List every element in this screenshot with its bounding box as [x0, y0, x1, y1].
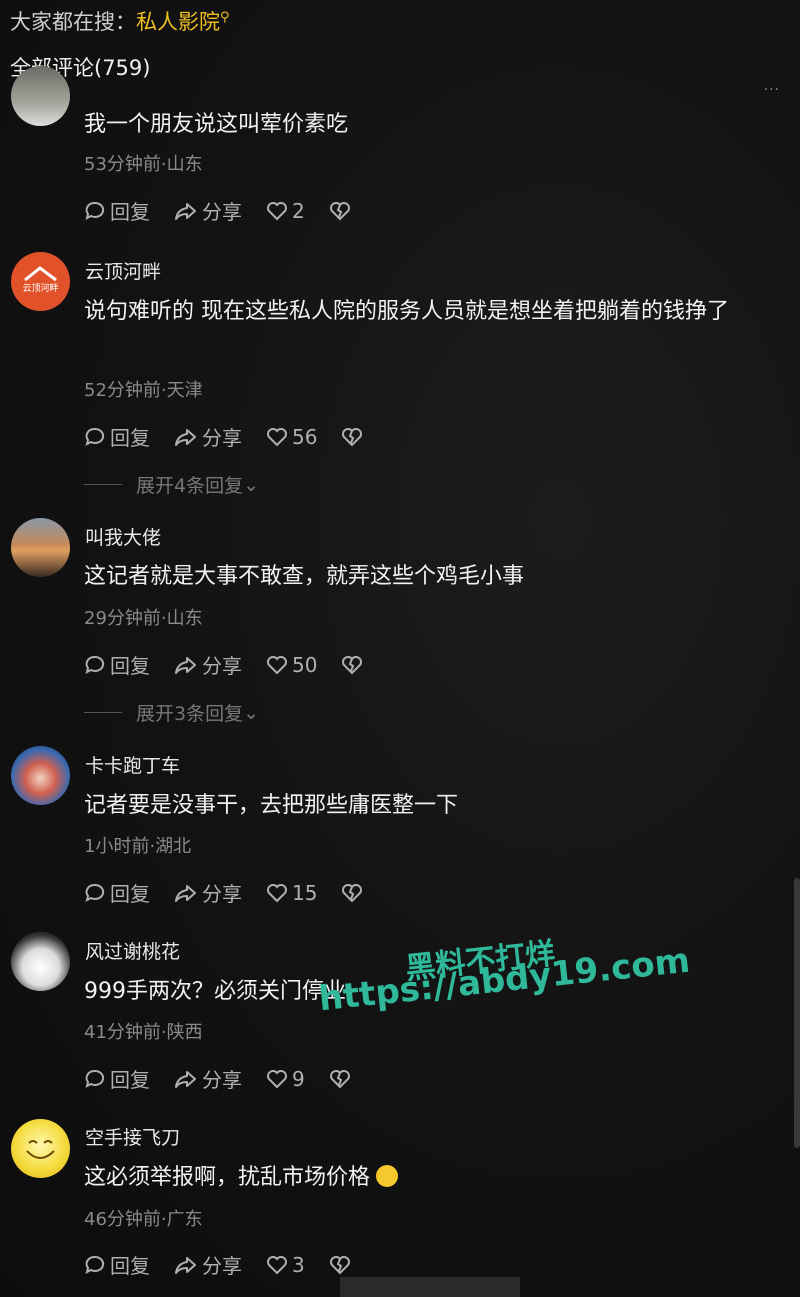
- dislike-button[interactable]: [329, 200, 355, 222]
- share-button[interactable]: 分享: [174, 878, 242, 907]
- comment-text: 这必须举报啊，扰乱市场价格: [84, 1159, 784, 1197]
- expand-replies-button[interactable]: 展开3条回复 ⌄: [84, 699, 259, 726]
- reply-button[interactable]: 回复: [84, 878, 150, 907]
- broken-heart-icon: [329, 201, 350, 220]
- search-term-link[interactable]: 私人影院: [136, 10, 220, 34]
- logo-icon: 云顶河畔: [22, 266, 59, 294]
- like-button[interactable]: 50: [266, 653, 317, 677]
- like-button[interactable]: 2: [266, 199, 305, 223]
- svg-text:云顶河畔: 云顶河畔: [22, 282, 58, 294]
- reply-icon: [85, 883, 105, 902]
- reply-icon: [85, 1255, 105, 1274]
- comment-actions: 回复 分享 9: [84, 1064, 379, 1093]
- reply-icon: [85, 201, 105, 220]
- heart-icon: [267, 1069, 287, 1088]
- dislike-button[interactable]: [341, 426, 367, 448]
- broken-heart-icon: [329, 1255, 350, 1274]
- comment-meta: 29分钟前·山东: [84, 608, 203, 629]
- reply-button[interactable]: 回复: [84, 1064, 150, 1093]
- search-prefix: 大家都在搜：: [10, 10, 136, 34]
- reply-button[interactable]: 回复: [84, 422, 150, 451]
- share-icon: [175, 884, 196, 902]
- like-button[interactable]: 15: [266, 881, 317, 905]
- reply-icon: [85, 427, 105, 446]
- search-suggestion[interactable]: 大家都在搜：私人影院⚲: [10, 6, 230, 36]
- avatar[interactable]: [11, 66, 70, 126]
- comment-text: 这记者就是大事不敢查，就弄这些个鸡毛小事: [84, 564, 525, 589]
- heart-icon: [267, 427, 287, 446]
- avatar[interactable]: [11, 1119, 70, 1178]
- comment-actions: 回复 分享 2: [84, 196, 379, 225]
- comment-text: 我一个朋友说这叫荤价素吃: [84, 112, 349, 137]
- dislike-button[interactable]: [329, 1068, 355, 1090]
- share-button[interactable]: 分享: [174, 422, 242, 451]
- reply-button[interactable]: 回复: [84, 196, 150, 225]
- comment-actions: 回复 分享 56: [84, 422, 391, 451]
- dislike-button[interactable]: [341, 654, 367, 676]
- smiley-icon: [26, 1140, 55, 1159]
- share-button[interactable]: 分享: [174, 196, 242, 225]
- like-button[interactable]: 9: [266, 1067, 305, 1091]
- comment-actions: 回复 分享 50: [84, 650, 391, 679]
- reply-icon: [85, 1069, 105, 1088]
- share-button[interactable]: 分享: [174, 1064, 242, 1093]
- more-options-icon[interactable]: ···: [764, 82, 780, 98]
- broken-heart-icon: [342, 883, 363, 902]
- share-icon: [175, 428, 196, 446]
- comment-meta: 52分钟前·天津: [84, 380, 203, 401]
- search-icon: ⚲: [220, 10, 230, 25]
- reply-icon: [85, 655, 105, 674]
- comment-actions: 回复 分享 15: [84, 878, 391, 907]
- comment-meta: 41分钟前·陕西: [84, 1022, 203, 1043]
- share-button[interactable]: 分享: [174, 1250, 242, 1279]
- avatar[interactable]: [11, 932, 70, 991]
- dislike-button[interactable]: [341, 882, 367, 904]
- reply-button[interactable]: 回复: [84, 650, 150, 679]
- share-icon: [175, 202, 196, 220]
- chevron-down-icon: ⌄: [243, 701, 260, 724]
- chevron-down-icon: ⌄: [243, 473, 260, 496]
- like-button[interactable]: 3: [266, 1253, 305, 1277]
- reply-button[interactable]: 回复: [84, 1250, 150, 1279]
- commenter-name[interactable]: 叫我大佬: [85, 523, 161, 550]
- scrollbar[interactable]: [794, 878, 800, 1148]
- avatar[interactable]: [11, 746, 70, 805]
- dislike-button[interactable]: [329, 1254, 355, 1276]
- heart-icon: [267, 883, 287, 902]
- share-icon: [175, 656, 196, 674]
- share-icon: [175, 1256, 196, 1274]
- comment-text: 记者要是没事干，去把那些庸医整一下: [84, 793, 459, 818]
- avatar[interactable]: 云顶河畔: [11, 252, 70, 311]
- broken-heart-icon: [342, 655, 363, 674]
- share-icon: [175, 1070, 196, 1088]
- avatar[interactable]: [11, 518, 70, 577]
- commenter-name[interactable]: 风过谢桃花: [85, 937, 180, 964]
- broken-heart-icon: [329, 1069, 350, 1088]
- comment-actions: 回复 分享 3: [84, 1250, 379, 1279]
- commenter-name[interactable]: 卡卡跑丁车: [85, 751, 180, 778]
- commenter-name[interactable]: 空手接飞刀: [85, 1123, 180, 1150]
- like-button[interactable]: 56: [266, 425, 317, 449]
- comment-meta: 1小时前·湖北: [84, 836, 192, 857]
- comment-meta: 46分钟前·广东: [84, 1209, 203, 1230]
- share-button[interactable]: 分享: [174, 650, 242, 679]
- crying-emoji-icon: [376, 1165, 399, 1187]
- commenter-name[interactable]: 云顶河畔: [85, 257, 161, 284]
- heart-icon: [267, 201, 287, 220]
- heart-icon: [267, 655, 287, 674]
- comment-meta: 53分钟前·山东: [84, 154, 203, 175]
- expand-replies-button[interactable]: 展开4条回复 ⌄: [84, 471, 259, 498]
- broken-heart-icon: [342, 427, 363, 446]
- heart-icon: [267, 1255, 287, 1274]
- comment-text: 说句难听的 现在这些私人院的服务人员就是想坐着把躺着的钱挣了: [84, 299, 729, 324]
- bottom-bar: [340, 1277, 520, 1297]
